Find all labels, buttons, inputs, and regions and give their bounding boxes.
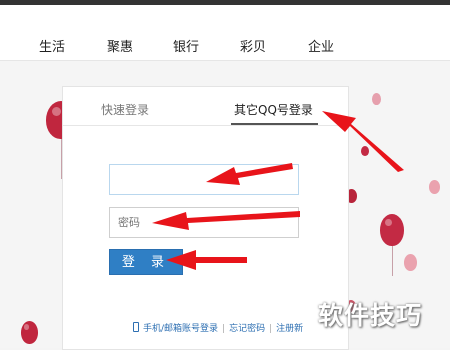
arrow-icon bbox=[322, 111, 404, 172]
arrow-icon bbox=[206, 163, 293, 185]
arrow-icon bbox=[166, 250, 247, 270]
arrow-icon bbox=[152, 211, 300, 230]
watermark-text: 软件技巧 bbox=[318, 301, 423, 330]
